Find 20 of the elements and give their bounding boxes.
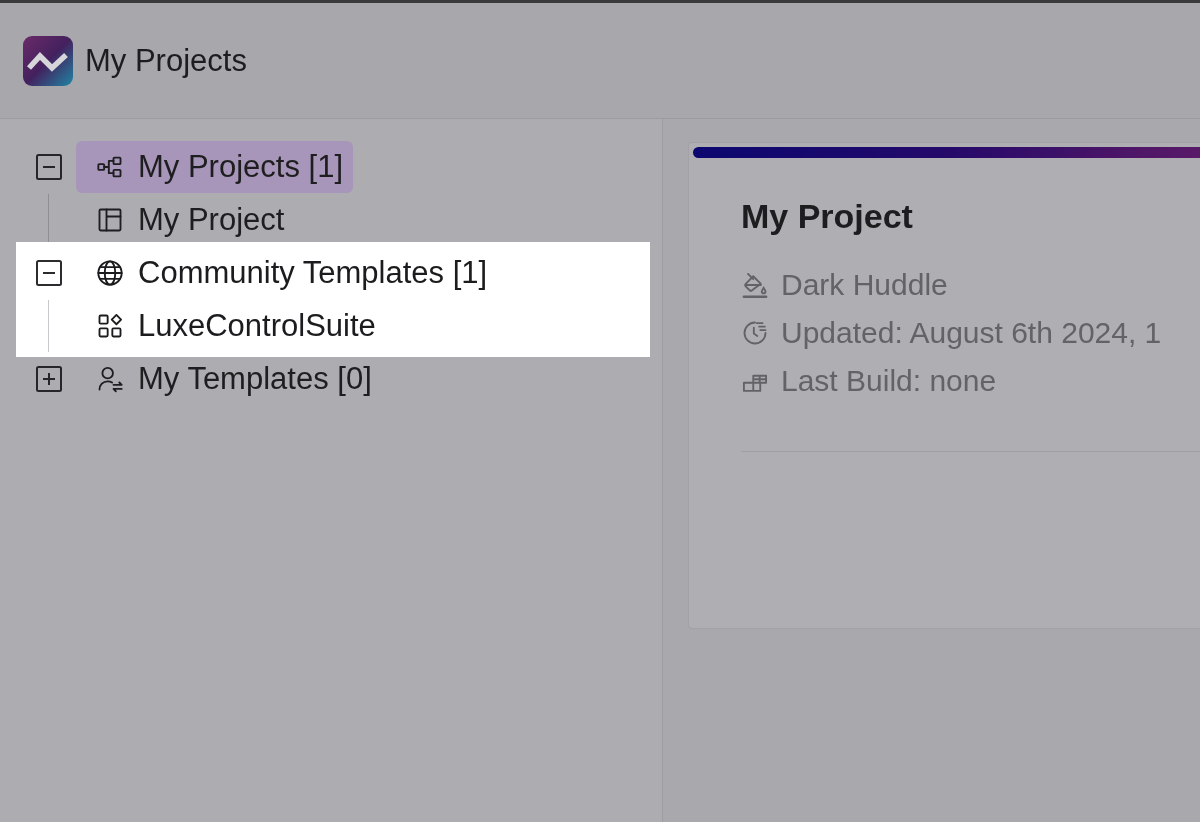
globe-icon — [96, 259, 124, 287]
collapse-icon[interactable] — [36, 260, 62, 286]
paint-bucket-icon — [741, 271, 769, 299]
tree-item[interactable]: My Templates [0] — [76, 353, 382, 405]
tree-item[interactable]: LuxeControlSuite — [76, 300, 386, 352]
build-status: Last Build: none — [781, 364, 997, 398]
logo-icon — [23, 35, 73, 86]
user-arrows-icon — [96, 365, 124, 393]
page-title: My Projects — [85, 42, 247, 79]
collapse-icon[interactable] — [36, 154, 62, 180]
updated-date: Updated: August 6th 2024, 1 — [781, 316, 1162, 350]
theme-name: Dark Huddle — [781, 268, 948, 302]
tree-item[interactable]: My Project — [76, 194, 295, 246]
expand-icon[interactable] — [36, 366, 62, 392]
tree-item[interactable]: My Projects [1] — [76, 141, 353, 193]
clock-icon — [741, 319, 769, 347]
layout-icon — [96, 206, 124, 234]
tree-item[interactable]: Community Templates [1] — [76, 247, 498, 299]
project-title: My Project — [741, 196, 913, 236]
shapes-icon — [96, 312, 124, 340]
